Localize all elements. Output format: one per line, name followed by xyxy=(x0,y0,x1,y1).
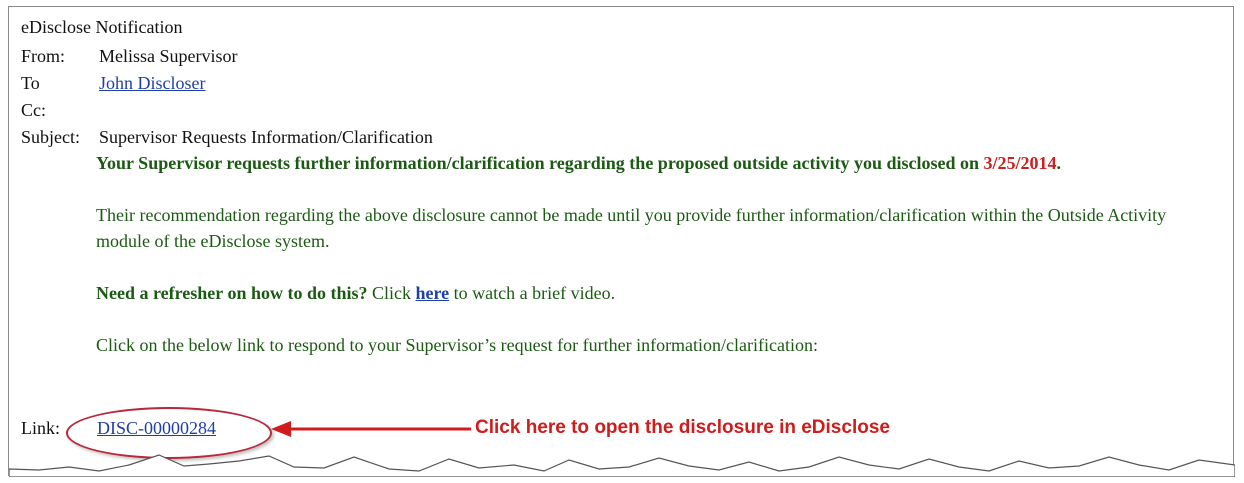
p2-text: Their recommendation regarding the above… xyxy=(96,205,1167,251)
from-value: Melissa Supervisor xyxy=(99,46,238,66)
p1-text: Your Supervisor requests further informa… xyxy=(96,153,980,173)
annotation-arrow-icon xyxy=(271,421,471,437)
p3-rest-text: to watch a brief video. xyxy=(449,283,616,303)
message-paragraph-2: Their recommendation regarding the above… xyxy=(96,202,1216,254)
from-label: From: xyxy=(21,46,66,66)
link-label: Link: xyxy=(21,418,60,438)
to-label: To xyxy=(21,73,40,93)
p1-period: . xyxy=(1056,153,1062,173)
to-recipient-link[interactable]: John Discloser xyxy=(99,71,206,95)
email-title-text: eDisclose Notification xyxy=(21,17,183,37)
message-paragraph-4: Click on the below link to respond to yo… xyxy=(96,332,1216,358)
email-window: eDisclose Notification From: Melissa Sup… xyxy=(8,6,1235,477)
message-paragraph-3: Need a refresher on how to do this? Clic… xyxy=(96,280,1216,306)
email-title: eDisclose Notification xyxy=(21,15,182,39)
refresher-question: Need a refresher on how to do this? xyxy=(96,283,368,303)
cc-label: Cc: xyxy=(21,100,46,120)
message-paragraph-1: Your Supervisor requests further informa… xyxy=(96,150,1216,176)
p4-text: Click on the below link to respond to yo… xyxy=(96,335,819,355)
message-body: Your Supervisor requests further informa… xyxy=(96,150,1216,358)
annotation-text: Click here to open the disclosure in eDi… xyxy=(475,417,890,438)
subject-label: Subject: xyxy=(21,127,80,147)
subject-value: Supervisor Requests Information/Clarific… xyxy=(99,127,433,147)
torn-edge-icon xyxy=(9,454,1235,477)
disclosure-date: 3/25/2014 xyxy=(983,153,1057,173)
p3-click-text: Click xyxy=(367,283,416,303)
video-here-link[interactable]: here xyxy=(416,283,450,303)
